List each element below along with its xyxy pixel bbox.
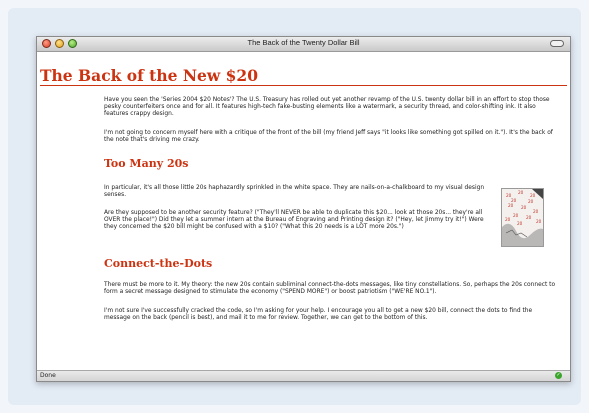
section-2-paragraph-2: I'm not sure I've successfully cracked t… bbox=[104, 308, 533, 321]
bill-detail-graphic: 20202020 202020 2020 20202020 bbox=[502, 189, 543, 246]
status-text: Done bbox=[40, 372, 56, 379]
twenty-label: 20 bbox=[521, 205, 527, 210]
browser-window: The Back of the Twenty Dollar Bill The B… bbox=[36, 36, 571, 382]
twenty-label: 20 bbox=[517, 221, 523, 226]
section-heading-connect-the-dots: Connect-the-Dots bbox=[104, 257, 213, 270]
section-2-paragraph-1: There must be more to it. My theory: the… bbox=[104, 282, 556, 295]
twenty-label: 20 bbox=[533, 209, 539, 214]
twenty-label: 20 bbox=[513, 213, 519, 218]
status-bar: Done ✓ bbox=[37, 370, 570, 381]
section-1-paragraph-2: Are they supposed to be another security… bbox=[104, 210, 484, 230]
page-title: The Back of the New $20 bbox=[40, 66, 258, 85]
twenty-dollar-bill-image[interactable]: 20 20 20 20 20 20 20 20 20 20 20 20 20 bbox=[501, 188, 544, 247]
twenty-label: 20 bbox=[536, 219, 542, 224]
title-bar[interactable]: The Back of the Twenty Dollar Bill bbox=[37, 37, 570, 52]
section-heading-too-many-20s: Too Many 20s bbox=[104, 157, 189, 170]
twenty-label: 20 bbox=[528, 199, 534, 204]
intro-paragraph-1: Have you seen the 'Series 2004 $20 Notes… bbox=[104, 97, 550, 117]
toolbar-toggle-button[interactable] bbox=[550, 40, 564, 47]
twenty-label: 20 bbox=[526, 215, 532, 220]
title-underline bbox=[40, 85, 567, 86]
twenty-label: 20 bbox=[530, 193, 536, 198]
twenty-label: 20 bbox=[511, 198, 517, 203]
section-1-paragraph-1: In particular, it's all those little 20s… bbox=[104, 185, 485, 198]
checkmark-icon: ✓ bbox=[555, 372, 562, 379]
twenty-label: 20 bbox=[505, 217, 511, 222]
window-title: The Back of the Twenty Dollar Bill bbox=[247, 38, 360, 47]
twenty-label: 20 bbox=[508, 203, 514, 208]
twenty-label: 20 bbox=[518, 190, 524, 195]
intro-paragraph-2: I'm not going to concern myself here wit… bbox=[104, 130, 553, 143]
page-content[interactable]: The Back of the New $20 Have you seen th… bbox=[37, 52, 570, 370]
